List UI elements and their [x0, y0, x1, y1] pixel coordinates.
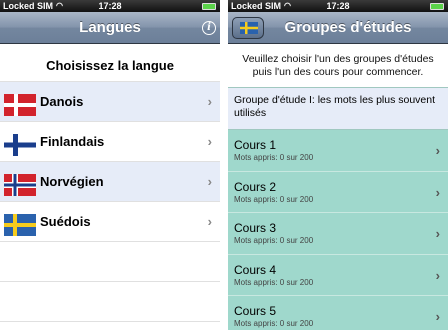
language-row-suedois[interactable]: Suédois › — [0, 202, 220, 242]
study-groups-screen: Locked SIM ◠ 17:28 Groupes d'études Veui… — [228, 0, 448, 330]
language-row-danois[interactable]: Danois › — [0, 82, 220, 122]
empty-row — [0, 242, 220, 282]
course-row[interactable]: Cours 4 Mots appris: 0 sur 200 › — [228, 254, 448, 296]
chevron-right-icon: › — [435, 267, 440, 283]
course-row[interactable]: Cours 1 Mots appris: 0 sur 200 › — [228, 130, 448, 172]
language-row-norvegien[interactable]: Norvégien › — [0, 162, 220, 202]
finland-flag-icon — [4, 134, 36, 156]
battery-icon — [430, 3, 444, 10]
chevron-right-icon: › — [435, 309, 440, 324]
empty-row — [0, 282, 220, 322]
status-bar: Locked SIM ◠ 17:28 — [0, 0, 220, 12]
course-progress: Mots appris: 0 sur 200 — [234, 236, 314, 245]
denmark-flag-icon — [4, 94, 36, 116]
clock: 17:28 — [326, 1, 350, 11]
course-title: Cours 3 — [234, 221, 277, 235]
course-progress: Mots appris: 0 sur 200 — [234, 194, 314, 204]
course-progress: Mots appris: 0 sur 200 — [234, 319, 314, 328]
chevron-right-icon: › — [435, 143, 440, 158]
sweden-flag-icon — [240, 22, 258, 34]
course-title: Cours 1 — [234, 138, 277, 152]
study-group-header: Groupe d'étude I: les mots les plus souv… — [228, 88, 448, 130]
back-button[interactable] — [232, 17, 264, 39]
status-bar: Locked SIM ◠ 17:28 — [228, 0, 448, 12]
battery-icon — [202, 3, 216, 10]
language-row-finlandais[interactable]: Finlandais › — [0, 122, 220, 162]
chevron-right-icon: › — [207, 214, 212, 229]
language-label: Suédois — [40, 214, 91, 229]
course-progress: Mots appris: 0 sur 200 — [234, 277, 314, 287]
chevron-right-icon: › — [207, 134, 212, 149]
nav-bar: Langues i — [0, 12, 220, 44]
course-title: Cours 5 — [234, 304, 277, 318]
chevron-right-icon: › — [207, 94, 212, 109]
nav-title: Langues — [79, 19, 141, 36]
course-title: Cours 4 — [234, 262, 277, 277]
language-label: Danois — [40, 94, 84, 109]
languages-screen: Locked SIM ◠ 17:28 Langues i Choisissez … — [0, 0, 220, 330]
course-progress: Mots appris: 0 sur 200 — [234, 153, 314, 162]
chevron-right-icon: › — [207, 174, 212, 189]
nav-title: Groupes d'études — [284, 19, 412, 36]
course-title: Cours 2 — [234, 179, 277, 194]
info-icon[interactable]: i — [202, 21, 216, 35]
language-label: Finlandais — [40, 134, 105, 149]
chevron-right-icon: › — [435, 184, 440, 200]
course-row[interactable]: Cours 3 Mots appris: 0 sur 200 › — [228, 213, 448, 255]
language-label: Norvégien — [40, 174, 104, 189]
instructions-text: Veuillez choisir l'un des groupes d'étud… — [228, 44, 448, 88]
course-row[interactable]: Cours 5 Mots appris: 0 sur 200 › — [228, 296, 448, 330]
page-heading: Choisissez la langue — [0, 44, 220, 82]
clock: 17:28 — [98, 1, 122, 11]
nav-bar: Groupes d'études — [228, 12, 448, 44]
sweden-flag-icon — [4, 214, 36, 236]
chevron-right-icon: › — [435, 226, 440, 241]
norway-flag-icon — [4, 174, 36, 196]
course-row[interactable]: Cours 2 Mots appris: 0 sur 200 › — [228, 171, 448, 213]
